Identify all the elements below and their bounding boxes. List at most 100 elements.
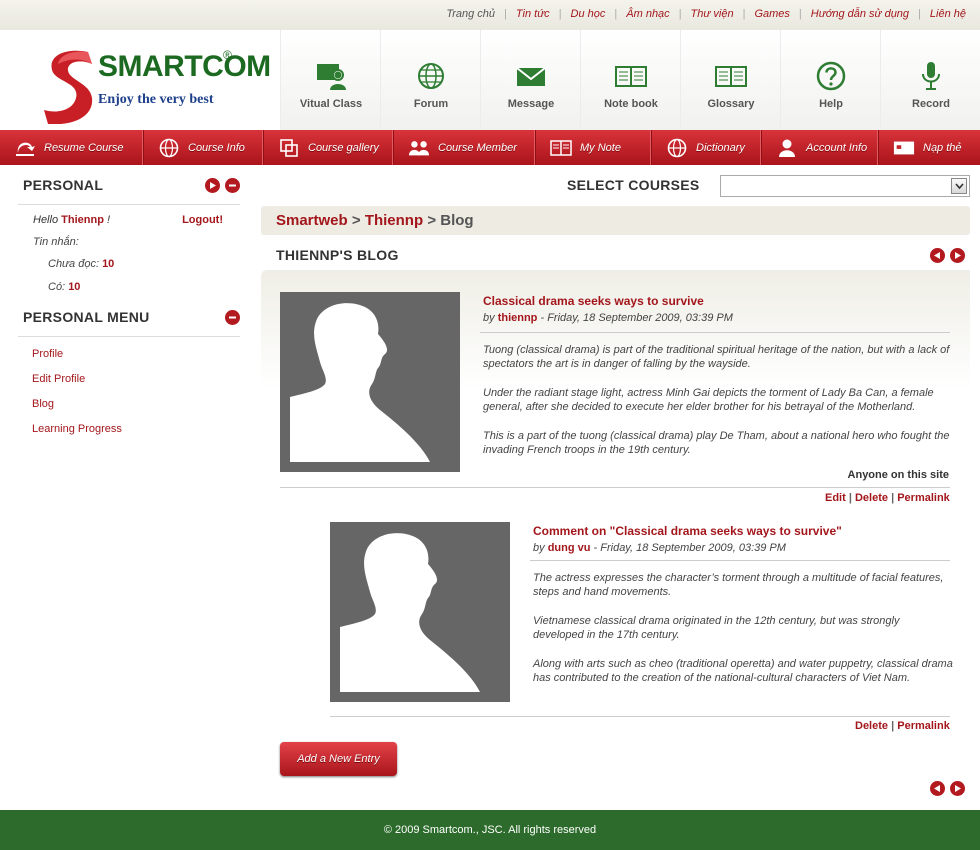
post-author[interactable]: thiennp	[498, 312, 538, 324]
toplink-label[interactable]: Games	[754, 8, 789, 20]
toplink-label[interactable]: Hướng dẫn sử dụng	[811, 8, 909, 20]
collapse-minus-icon[interactable]	[225, 310, 240, 325]
toplink-am-nhac[interactable]: Âm nhạc	[626, 8, 669, 20]
expand-arrow-icon[interactable]	[205, 178, 220, 193]
nav-course-info[interactable]: Course Info	[144, 130, 264, 165]
post-divider	[480, 332, 950, 333]
menu-link[interactable]: Learning Progress	[32, 423, 122, 435]
delete-comment-link[interactable]: Delete	[855, 720, 888, 732]
menu-link[interactable]: Edit Profile	[32, 373, 85, 385]
menu-item-edit-profile[interactable]: Edit Profile	[32, 373, 122, 398]
toplink-trang-chu[interactable]: Trang chủ	[446, 8, 495, 20]
next-arrow-icon[interactable]	[950, 248, 965, 263]
comment-title[interactable]: Comment on "Classical drama seeks ways t…	[533, 524, 842, 538]
notebook-icon	[615, 66, 647, 87]
toplink-label[interactable]: Thư viện	[691, 8, 734, 20]
course-select[interactable]	[720, 175, 970, 197]
menu-link[interactable]: Profile	[32, 348, 63, 360]
toplink-thu-vien[interactable]: Thư viện	[691, 8, 734, 20]
toplink-lien-he[interactable]: Liên hệ	[930, 8, 966, 20]
module-glossary[interactable]: Glossary	[680, 30, 780, 130]
module-forum[interactable]: Forum	[380, 30, 480, 130]
post-title[interactable]: Classical drama seeks ways to survive	[483, 294, 704, 308]
toplink-huong-dan[interactable]: Hướng dẫn sử dụng	[811, 8, 909, 20]
smartcom-logo[interactable]: SMARTCOM ® Enjoy the very best	[40, 44, 271, 124]
breadcrumb-separator: >	[351, 212, 361, 229]
nav-my-note[interactable]: My Note	[536, 130, 652, 165]
comment-paragraph: The actress expresses the character’s to…	[533, 572, 944, 598]
menu-item-learning-progress[interactable]: Learning Progress	[32, 423, 122, 448]
unread-label: Chưa đọc:	[48, 258, 99, 270]
toplink-games[interactable]: Games	[754, 8, 789, 20]
help-icon	[816, 61, 846, 91]
note-icon	[550, 137, 572, 159]
toplink-label[interactable]: Liên hệ	[930, 8, 966, 20]
comment-author-avatar[interactable]	[330, 522, 510, 702]
post-visibility: Anyone on this site	[847, 469, 949, 481]
menu-item-blog[interactable]: Blog	[32, 398, 122, 423]
comment-paragraph: Vietnamese classical drama originated in…	[533, 615, 900, 641]
toplink-separator: |	[504, 8, 507, 20]
nav-resume-course[interactable]: Resume Course	[0, 130, 144, 165]
nav-nap-the[interactable]: Nạp thẻ	[879, 130, 980, 165]
toplink-label[interactable]: Tin tức	[516, 8, 550, 20]
header: SMARTCOM ® Enjoy the very best Vitual Cl…	[0, 30, 980, 130]
menu-link[interactable]: Blog	[32, 398, 54, 410]
menu-item-profile[interactable]: Profile	[32, 348, 122, 373]
comment-author[interactable]: dung vu	[548, 542, 591, 554]
chevron-down-icon[interactable]	[951, 178, 967, 194]
edit-post-link[interactable]: Edit	[825, 492, 846, 504]
module-label: Help	[819, 98, 843, 110]
nav-course-gallery[interactable]: Course gallery	[264, 130, 394, 165]
personal-section-header: PERSONAL	[18, 165, 240, 205]
module-virtual-class[interactable]: Vitual Class	[280, 30, 380, 130]
breadcrumb-current: Blog	[440, 212, 474, 229]
breadcrumb-user[interactable]: Thiennp	[365, 212, 423, 229]
module-label: Vitual Class	[299, 98, 363, 110]
post-author-avatar[interactable]	[280, 292, 460, 472]
toplink-label[interactable]: Trang chủ	[446, 8, 495, 20]
nav-course-member[interactable]: Course Member	[394, 130, 536, 165]
collapse-minus-icon[interactable]	[225, 178, 240, 193]
next-arrow-icon[interactable]	[950, 781, 965, 796]
action-separator: |	[891, 720, 895, 732]
personal-title: PERSONAL	[23, 177, 104, 193]
total-messages[interactable]: Có: 10	[48, 281, 80, 293]
module-help[interactable]: Help	[780, 30, 880, 130]
toplink-tin-tuc[interactable]: Tin tức	[516, 8, 550, 20]
module-label: Record	[912, 98, 950, 110]
greeting-suffix: !	[106, 214, 111, 226]
delete-post-link[interactable]: Delete	[855, 492, 888, 504]
top-links-bar: Trang chủ | Tin tức | Du học | Âm nhạc |…	[0, 0, 980, 30]
toplink-label[interactable]: Du học	[571, 8, 606, 20]
footer: © 2009 Smartcom., JSC. All rights reserv…	[0, 810, 980, 850]
nav-label: Nạp thẻ	[923, 141, 962, 154]
module-notebook[interactable]: Note book	[580, 30, 680, 130]
comment-meta: by dung vu - Friday, 18 September 2009, …	[533, 542, 786, 554]
greeting: Hello Thiennp ! Logout!	[33, 214, 223, 226]
nav-label: Resume Course	[44, 141, 124, 154]
prev-arrow-icon[interactable]	[930, 248, 945, 263]
prev-arrow-icon[interactable]	[930, 781, 945, 796]
breadcrumb-smartweb[interactable]: Smartweb	[276, 212, 348, 229]
logo-swoosh-icon	[44, 50, 93, 124]
globe-icon	[418, 63, 444, 89]
copyright-text: © 2009 Smartcom., JSC. All rights reserv…	[383, 824, 597, 836]
logout-link[interactable]: Logout!	[182, 214, 223, 226]
module-record[interactable]: Record	[880, 30, 980, 130]
action-separator: |	[891, 492, 895, 504]
toplink-separator: |	[742, 8, 746, 20]
nav-account-info[interactable]: Account Info	[762, 130, 879, 165]
add-new-entry-button[interactable]: Add a New Entry	[280, 742, 397, 776]
logo-tagline: Enjoy the very best	[98, 92, 214, 107]
toplink-label[interactable]: Âm nhạc	[626, 8, 669, 20]
module-message[interactable]: Message	[480, 30, 580, 130]
left-sidebar: PERSONAL Hello Thiennp ! Logout! Tin nhắ…	[18, 165, 240, 435]
unread-messages[interactable]: Chưa đọc: 10	[48, 258, 114, 270]
post-date: - Friday, 18 September 2009, 03:39 PM	[540, 312, 733, 324]
permalink-comment-link[interactable]: Permalink	[897, 720, 950, 732]
nav-dictionary[interactable]: Dictionary	[652, 130, 762, 165]
breadcrumb-path: Smartweb > Thiennp > Blog	[276, 212, 474, 229]
toplink-du-hoc[interactable]: Du học	[571, 8, 606, 20]
permalink-post-link[interactable]: Permalink	[897, 492, 950, 504]
